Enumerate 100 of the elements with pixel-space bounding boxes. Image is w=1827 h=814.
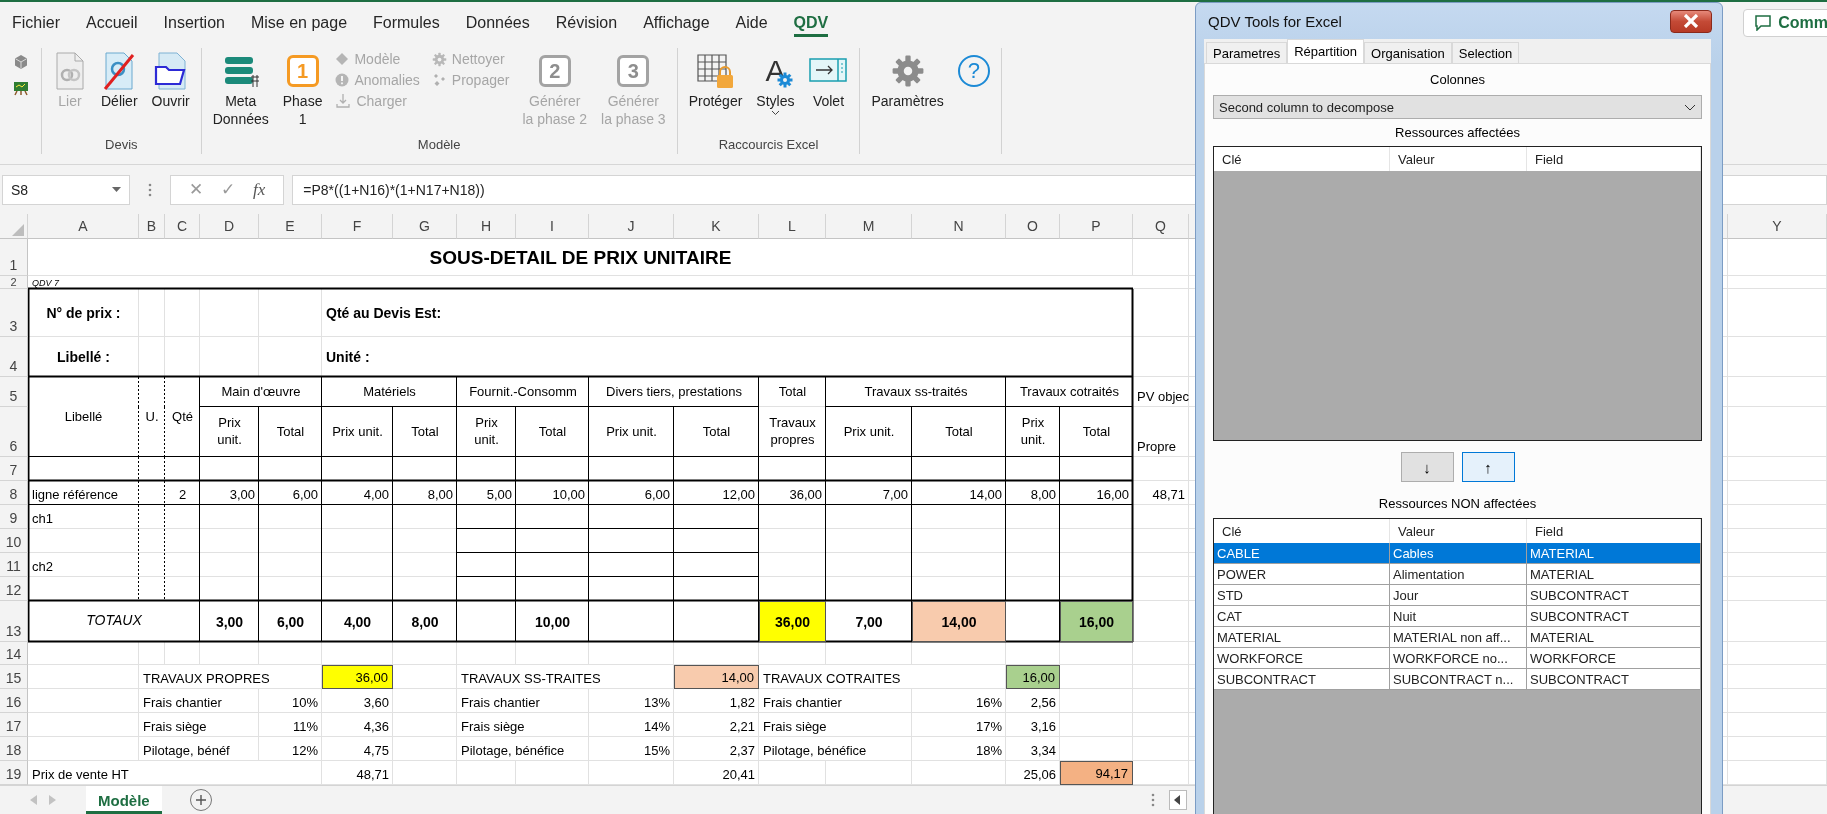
table-cell: 14,00: [912, 601, 1006, 642]
list-row[interactable]: CAT Nuit SUBCONTRACT: [1214, 606, 1701, 627]
list-cell: STD: [1214, 585, 1390, 605]
column-header[interactable]: O: [1006, 214, 1060, 239]
ribbon-tab[interactable]: Données: [452, 3, 543, 43]
row-header[interactable]: 6: [0, 407, 28, 457]
table-cell-text: Pilotage, bénéfice: [460, 742, 566, 760]
column-header[interactable]: F: [322, 214, 393, 239]
row-header[interactable]: 3: [0, 289, 28, 337]
ribbon-tab[interactable]: Aide: [722, 3, 781, 43]
column-header[interactable]: L: [759, 214, 826, 239]
group-label: Devis: [105, 137, 138, 152]
table-cell-text: 2,21: [728, 718, 756, 736]
row-header[interactable]: 7: [0, 457, 28, 481]
table-cell: 36,00: [759, 601, 826, 642]
ribbon-tab[interactable]: Formules: [360, 3, 453, 43]
comments-button[interactable]: Comm: [1743, 9, 1827, 37]
row-header[interactable]: 13: [0, 601, 28, 642]
table-cell-text: Total: [275, 422, 306, 441]
row-header[interactable]: 18: [0, 737, 28, 761]
name-box[interactable]: S8: [2, 174, 130, 205]
dialog-tab[interactable]: Répartition: [1287, 39, 1365, 63]
arrow-button[interactable]: ↑: [1461, 452, 1515, 482]
table-cell-text: 10,00: [551, 486, 586, 504]
list-cell: WORKFORCE no...: [1390, 648, 1527, 668]
row-header[interactable]: 8: [0, 481, 28, 505]
ribbon-tab[interactable]: Fichier: [0, 3, 73, 43]
table-cell-text: Prix unit.: [473, 414, 500, 449]
dialog-tab[interactable]: Selection: [1451, 42, 1520, 63]
column-header[interactable]: E: [259, 214, 322, 239]
column-header[interactable]: C: [165, 214, 200, 239]
list-row[interactable]: SUBCONTRACT SUBCONTRACT n... SUBCONTRACT: [1214, 669, 1701, 690]
list-row[interactable]: CABLE Cables MATERIAL: [1214, 543, 1701, 564]
column-header[interactable]: K: [674, 214, 759, 239]
dialog-tab[interactable]: Organisation: [1364, 42, 1452, 63]
row-header[interactable]: 15: [0, 665, 28, 689]
dialog-title: QDV Tools for Excel: [1208, 12, 1342, 30]
list-row[interactable]: WORKFORCE WORKFORCE no... WORKFORCE: [1214, 648, 1701, 669]
list-row[interactable]: MATERIAL MATERIAL non aff... MATERIAL: [1214, 627, 1701, 648]
column-dropdown[interactable]: Second column to decompose: [1213, 95, 1702, 119]
table-cell: 94,17: [1060, 761, 1133, 785]
protect-button[interactable]: Protéger: [685, 48, 746, 113]
phase-button[interactable]: 1 Phase 1: [279, 48, 326, 131]
column-header[interactable]: M: [826, 214, 912, 239]
ribbon-tab[interactable]: Insertion: [150, 3, 238, 43]
column-header[interactable]: B: [139, 214, 165, 239]
row-header[interactable]: 14: [0, 642, 28, 665]
step-badge: 2: [538, 55, 571, 87]
table-cell-text: ch2: [31, 558, 54, 576]
table-cell: 36,00: [322, 665, 393, 689]
column-header[interactable]: N: [912, 214, 1006, 239]
ribbon-tab[interactable]: Révision: [542, 3, 631, 43]
sheet-tab[interactable]: Modèle: [86, 786, 162, 814]
unlink-button[interactable]: Délier: [98, 48, 141, 113]
column-header[interactable]: P: [1060, 214, 1133, 239]
settings-button[interactable]: Paramètres: [868, 48, 947, 113]
column-header[interactable]: G: [393, 214, 457, 239]
table-cell-text: Pilotage, bénéf: [142, 742, 231, 760]
row-header[interactable]: 9: [0, 505, 28, 529]
row-header[interactable]: 12: [0, 577, 28, 601]
list-column-header[interactable]: Valeur: [1390, 147, 1527, 171]
group-label: Raccourcis Excel: [718, 137, 819, 152]
insert-function-button[interactable]: fx: [253, 179, 266, 200]
open-button[interactable]: Ouvrir: [148, 48, 193, 113]
table-cell-text: TOTAUX: [85, 610, 143, 630]
row-header[interactable]: 1: [0, 239, 28, 276]
column-header[interactable]: D: [200, 214, 259, 239]
list-column-header[interactable]: Clé: [1214, 147, 1390, 171]
column-header[interactable]: H: [457, 214, 516, 239]
column-header[interactable]: I: [516, 214, 589, 239]
column-header[interactable]: Q: [1133, 214, 1189, 239]
column-header[interactable]: A: [28, 214, 139, 239]
ribbon-tab[interactable]: Accueil: [73, 3, 151, 43]
row-header[interactable]: 4: [0, 337, 28, 377]
dialog-tab[interactable]: Parametres: [1206, 42, 1288, 63]
column-header[interactable]: J: [589, 214, 674, 239]
row-header[interactable]: 16: [0, 689, 28, 713]
table-cell-text: Frais chantier: [762, 694, 843, 712]
list-row[interactable]: POWER Alimentation MATERIAL: [1214, 564, 1701, 585]
list-row[interactable]: STD Jour SUBCONTRACT: [1214, 585, 1701, 606]
table-cell-text: 2,56: [1029, 694, 1057, 712]
table-cell-text: 20,41: [721, 766, 756, 784]
pane-button[interactable]: Volet: [805, 48, 852, 113]
metadata-button[interactable]: Meta Données: [209, 48, 272, 131]
column-header[interactable]: Y: [1728, 214, 1827, 239]
row-header[interactable]: 10: [0, 529, 28, 553]
table-cell-text: Frais chantier: [460, 694, 541, 712]
arrow-button[interactable]: ↓: [1400, 452, 1454, 482]
row-header[interactable]: 19: [0, 761, 28, 785]
ribbon-tab[interactable]: Affichage: [630, 3, 723, 43]
table-cell-text: Prix unit.: [1019, 414, 1047, 449]
list-column-header[interactable]: Field: [1527, 147, 1701, 171]
list-view[interactable]: Clé Valeur Field: [1213, 146, 1702, 441]
ribbon-tab[interactable]: Mise en page: [237, 3, 361, 43]
row-header[interactable]: 5: [0, 377, 28, 407]
row-header[interactable]: 2: [0, 276, 28, 289]
row-header[interactable]: 11: [0, 553, 28, 577]
table-cell-text: Travaux cotraités: [1018, 382, 1121, 401]
row-header[interactable]: 17: [0, 713, 28, 737]
table-cell-text: 14,00: [968, 486, 1003, 504]
